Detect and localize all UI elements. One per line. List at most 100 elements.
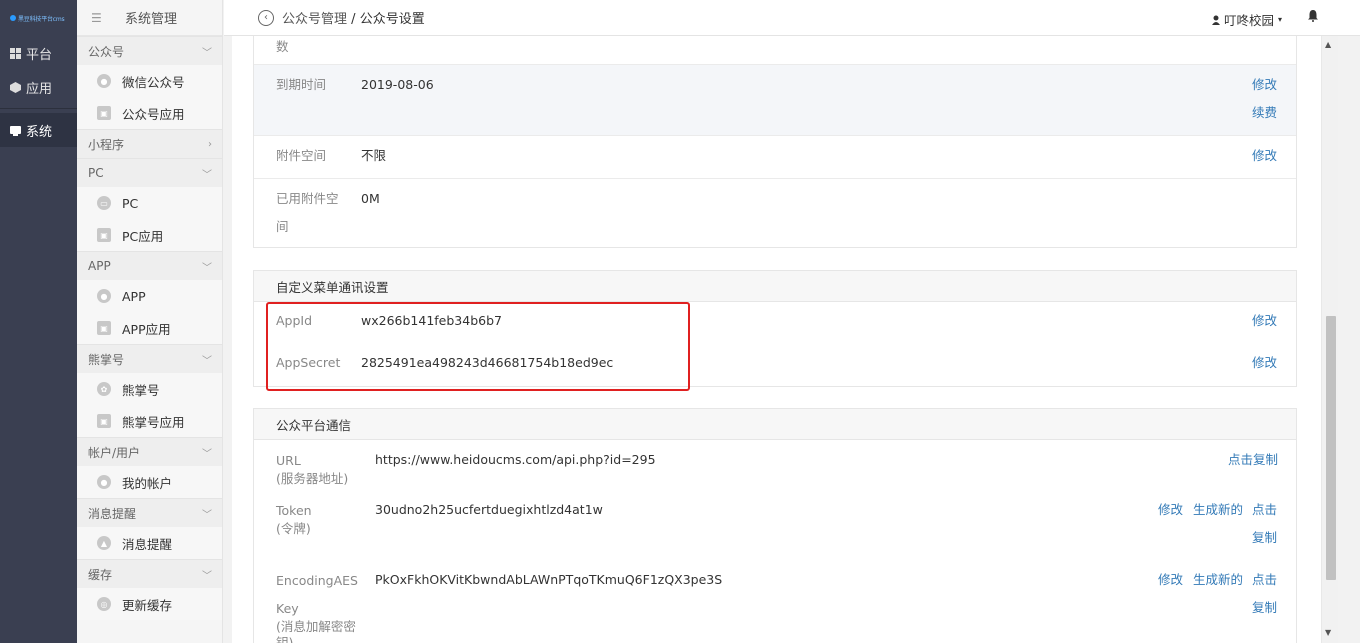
- menu-item-label: 更新缓存: [122, 597, 173, 613]
- row-label: EncodingAES: [276, 573, 358, 588]
- rail-item-platform[interactable]: 平台: [0, 36, 77, 70]
- row-label: URL: [276, 453, 301, 468]
- menu-item-label: PC应用: [122, 228, 164, 244]
- info-row-attach: 附件空间 不限 修改: [254, 136, 1296, 179]
- collapse-menu-icon[interactable]: ☰: [91, 11, 103, 25]
- menu-header: ☰ 系统管理: [77, 0, 222, 36]
- aes-generate-link[interactable]: 生成新的: [1193, 566, 1243, 594]
- menu-item-wechat-official[interactable]: ● 微信公众号: [77, 65, 222, 97]
- top-bar: ‹ 公众号管理 / 公众号设置 叮咚校园 ▾: [224, 0, 1360, 36]
- group-title: 帐户/用户: [88, 445, 141, 460]
- scroll-up-icon[interactable]: ▲: [1325, 40, 1331, 49]
- brand-logo[interactable]: 黑豆科技平台cms: [0, 0, 77, 36]
- vertical-scrollbar[interactable]: ▲ ▼: [1321, 36, 1338, 643]
- aes-edit-link[interactable]: 修改: [1158, 566, 1183, 594]
- row-sublabel: (服务器地址): [276, 471, 349, 486]
- menu-item-xiongzhang-apps[interactable]: ▣ 熊掌号应用: [77, 405, 222, 437]
- menu-item-label: APP: [122, 288, 146, 304]
- menu-item-label: 我的帐户: [122, 475, 173, 491]
- token-copy-link[interactable]: 点击: [1252, 496, 1277, 524]
- menu-group-pc[interactable]: PC ﹀: [77, 158, 222, 187]
- group-title: PC: [88, 166, 104, 180]
- menu-item-pc[interactable]: ▭ PC: [77, 187, 222, 219]
- breadcrumb-parent[interactable]: 公众号管理: [282, 12, 347, 27]
- token-row: Token (令牌) 30udno2h25ucfertduegixhtlzd4a…: [254, 490, 1296, 560]
- row-label: 附件空间: [276, 148, 327, 163]
- token-copy-link-cont[interactable]: 复制: [1252, 524, 1277, 552]
- breadcrumb: 公众号管理 / 公众号设置: [282, 8, 425, 27]
- menu-group-official[interactable]: 公众号 ﹀: [77, 36, 222, 65]
- chevron-right-icon: ›: [208, 138, 212, 150]
- renew-link[interactable]: 续费: [1252, 99, 1277, 127]
- token-edit-link[interactable]: 修改: [1158, 496, 1183, 524]
- info-row-expire: 到期时间 2019-08-06 修改 续费: [254, 65, 1296, 136]
- aes-value: PkOxFkhOKVitKbwndAbLAWnPTqoTKmuQ6F1zQX3p…: [375, 572, 723, 587]
- menu-item-label: 微信公众号: [122, 74, 185, 90]
- menu-item-label: 公众号应用: [122, 106, 185, 122]
- attach-value: 不限: [361, 148, 387, 163]
- menu-group-notify[interactable]: 消息提醒 ﹀: [77, 498, 222, 527]
- menu-item-pc-apps[interactable]: ▣ PC应用: [77, 219, 222, 251]
- mobile-icon: ●: [97, 289, 111, 303]
- row-label: 到期时间: [276, 77, 327, 92]
- aes-copy-link[interactable]: 点击: [1252, 566, 1277, 594]
- attach-edit-link[interactable]: 修改: [1252, 142, 1277, 170]
- info-row-cut: 数: [254, 36, 1296, 65]
- expire-value: 2019-08-06: [361, 77, 434, 92]
- menu-item-notify[interactable]: ▲ 消息提醒: [77, 527, 222, 559]
- chevron-down-icon: ﹀: [202, 47, 212, 59]
- menu-item-label: 熊掌号应用: [122, 414, 185, 430]
- chevron-down-icon: ﹀: [202, 570, 212, 582]
- notification-bell-icon[interactable]: [1308, 10, 1318, 25]
- group-title: 公众号: [88, 44, 125, 59]
- row-label: 数: [276, 39, 289, 54]
- url-copy-link[interactable]: 点击复制: [1228, 446, 1278, 474]
- content-area: 数 到期时间 2019-08-06 修改 续费 附件空间 不限 修改 已用附件空…: [232, 36, 1321, 643]
- menu-group-xiongzhang[interactable]: 熊掌号 ﹀: [77, 344, 222, 373]
- monitor-icon: ▭: [97, 196, 111, 210]
- menu-item-app[interactable]: ● APP: [77, 280, 222, 312]
- expire-edit-link[interactable]: 修改: [1252, 71, 1277, 99]
- group-title: 熊掌号: [88, 352, 125, 367]
- menu-group-cache[interactable]: 缓存 ﹀: [77, 559, 222, 588]
- row-sublabel: (消息加解密密: [276, 619, 356, 634]
- card-title: 公众平台通信: [254, 409, 1296, 440]
- menu-item-app-apps[interactable]: ▣ APP应用: [77, 312, 222, 344]
- breadcrumb-separator: /: [351, 12, 356, 27]
- group-title: 缓存: [88, 567, 113, 582]
- highlight-box: [266, 302, 690, 391]
- row-sublabel: (令牌): [276, 521, 311, 536]
- chevron-down-icon: ﹀: [202, 262, 212, 274]
- system-icon: [10, 125, 21, 136]
- app-icon: ▣: [97, 228, 111, 242]
- token-generate-link[interactable]: 生成新的: [1193, 496, 1243, 524]
- menu-item-label: 熊掌号: [122, 382, 160, 398]
- aes-copy-link-cont[interactable]: 复制: [1252, 594, 1277, 622]
- menu-group-app[interactable]: APP ﹀: [77, 251, 222, 280]
- refresh-icon: ◎: [97, 597, 111, 611]
- menu-item-label: 消息提醒: [122, 536, 173, 552]
- user-menu[interactable]: 叮咚校园 ▾: [1211, 10, 1282, 29]
- user-name: 叮咚校园: [1223, 13, 1274, 28]
- rail-item-system[interactable]: 系统: [0, 113, 77, 147]
- rail-item-apps[interactable]: 应用: [0, 70, 77, 104]
- aes-row: EncodingAES Key (消息加解密密 钥) PkOxFkhOKVitK…: [254, 560, 1296, 643]
- user-icon: ●: [97, 475, 111, 489]
- card-title: 自定义菜单通讯设置: [254, 271, 1296, 302]
- menu-item-update-cache[interactable]: ◎ 更新缓存: [77, 588, 222, 620]
- menu-group-miniprogram[interactable]: 小程序 ›: [77, 129, 222, 158]
- menu-item-xiongzhang[interactable]: ✿ 熊掌号: [77, 373, 222, 405]
- app-icon: ▣: [97, 321, 111, 335]
- scroll-down-icon[interactable]: ▼: [1325, 628, 1331, 637]
- appid-edit-link[interactable]: 修改: [1252, 307, 1277, 335]
- url-value: https://www.heidoucms.com/api.php?id=295: [375, 452, 656, 467]
- menu-group-account[interactable]: 帐户/用户 ﹀: [77, 437, 222, 466]
- menu-item-label: PC: [122, 195, 139, 211]
- appsecret-edit-link[interactable]: 修改: [1252, 349, 1277, 377]
- menu-item-official-apps[interactable]: ▣ 公众号应用: [77, 97, 222, 129]
- back-icon[interactable]: ‹: [258, 9, 274, 26]
- menu-item-my-account[interactable]: ● 我的帐户: [77, 466, 222, 498]
- rail-item-label: 系统: [26, 124, 53, 140]
- scrollbar-thumb[interactable]: [1326, 316, 1336, 580]
- row-label: Token: [276, 503, 312, 518]
